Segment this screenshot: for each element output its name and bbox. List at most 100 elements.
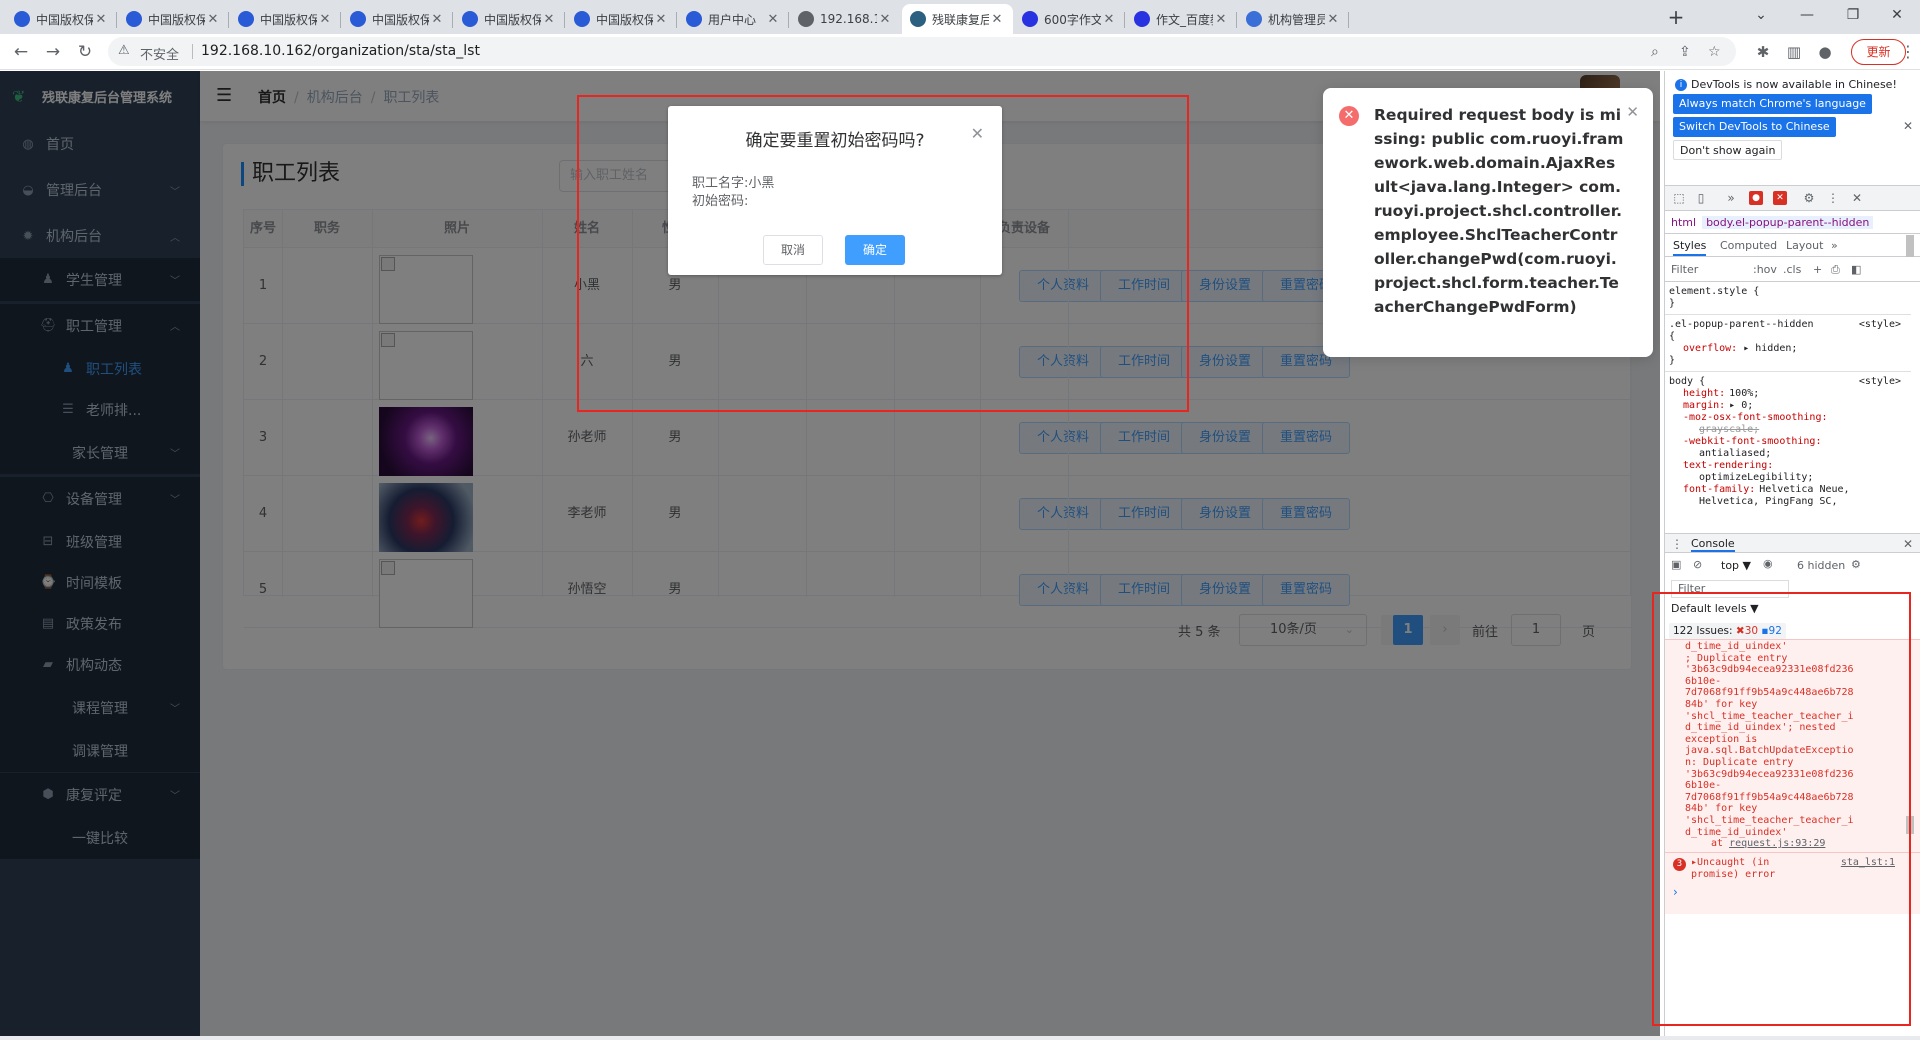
body-style-declaration[interactable]: height: 100%;	[1669, 388, 1907, 400]
tab-styles[interactable]: Styles	[1673, 239, 1707, 256]
tab-close-icon[interactable]: ✕	[877, 12, 893, 27]
reload-icon[interactable]: ↻	[74, 41, 96, 63]
crumb-body[interactable]: body.el-popup-parent--hidden	[1702, 216, 1874, 229]
body-style-declaration[interactable]: margin: ▸ 0;	[1669, 400, 1907, 412]
drawer-close-icon[interactable]: ✕	[1903, 537, 1913, 551]
body-style-declaration[interactable]: grayscale;	[1669, 424, 1907, 436]
bookmark-star-icon[interactable]: ☆	[1708, 44, 1721, 60]
body-selector[interactable]: body {	[1669, 376, 1705, 387]
tab-close-icon[interactable]: ✕	[765, 12, 781, 27]
tab-search-icon[interactable]: ⌄	[1738, 0, 1784, 30]
styles-filter-input[interactable]: Filter	[1671, 263, 1698, 276]
body-style-declaration[interactable]: Helvetica, PingFang SC,	[1669, 496, 1907, 508]
minimize-button[interactable]: —	[1784, 0, 1830, 30]
profile-icon[interactable]: ●	[1815, 42, 1835, 62]
tab-computed[interactable]: Computed	[1720, 239, 1777, 252]
browser-tab[interactable]: 机构管理员后✕	[1238, 4, 1349, 34]
styles-scrollbar[interactable]	[1906, 235, 1914, 257]
banner-close-icon[interactable]: ✕	[1903, 119, 1913, 133]
browser-tab[interactable]: 用户中心 ✕	[678, 4, 789, 34]
hov-toggle[interactable]: :hov	[1753, 263, 1777, 276]
side-panel-icon[interactable]: ▥	[1784, 42, 1804, 62]
tab-close-icon[interactable]: ✕	[93, 12, 109, 27]
add-rule-icon[interactable]: +	[1813, 263, 1822, 276]
new-tab-button[interactable]: +	[1662, 5, 1690, 31]
cancel-button[interactable]: 取消	[763, 235, 823, 265]
eye-icon[interactable]: ◉	[1763, 557, 1773, 570]
rule1-source[interactable]: <style>	[1859, 319, 1901, 331]
dont-show-again-button[interactable]: Don't show again	[1673, 140, 1783, 160]
browser-tab[interactable]: 中国版权保护✕	[566, 4, 677, 34]
tab-title: 中国版权保护	[596, 12, 653, 27]
body-style-declaration[interactable]: font-family: Helvetica Neue,	[1669, 484, 1907, 496]
close-icon[interactable]: ✕	[971, 124, 984, 143]
rule1-prop[interactable]: overflow:	[1669, 343, 1737, 354]
tab-close-icon[interactable]: ✕	[317, 12, 333, 27]
browser-menu-icon[interactable]: ⋮	[1900, 42, 1916, 61]
body-style-declaration[interactable]: optimizeLegibility;	[1669, 472, 1907, 484]
rule1-selector[interactable]: .el-popup-parent--hidden	[1669, 319, 1814, 330]
browser-tab[interactable]: 残联康复后台✕	[902, 4, 1013, 34]
devtools-more-icon[interactable]: ⋮	[1825, 190, 1841, 206]
device-toggle-icon[interactable]: ▯	[1693, 190, 1709, 206]
browser-tab[interactable]: 中国版权保护✕	[454, 4, 565, 34]
body-style-declaration[interactable]: text-rendering:	[1669, 460, 1907, 472]
browser-tab[interactable]: 中国版权保护✕	[118, 4, 229, 34]
context-select[interactable]: top ▼	[1721, 559, 1751, 572]
share-icon[interactable]: ⇪	[1679, 44, 1691, 60]
devtools-settings-icon[interactable]: ⚙	[1801, 190, 1817, 206]
drawer-menu-icon[interactable]: ⋮	[1671, 537, 1683, 551]
tab-close-icon[interactable]: ✕	[989, 12, 1005, 27]
computed-toggle-icon[interactable]: ⎙	[1831, 263, 1840, 277]
notification-close-icon[interactable]: ✕	[1626, 103, 1639, 121]
tab-close-icon[interactable]: ✕	[653, 12, 669, 27]
tab-layout[interactable]: Layout	[1786, 239, 1823, 252]
tab-more[interactable]: »	[1831, 239, 1838, 252]
tab-close-icon[interactable]: ✕	[205, 12, 221, 27]
devtools-close-icon[interactable]: ✕	[1849, 190, 1865, 206]
back-icon[interactable]: ←	[10, 41, 32, 63]
style-prop: height:	[1683, 388, 1726, 399]
address-bar[interactable]: ⚠ 不安全 192.168.10.162/organization/sta/st…	[108, 37, 1736, 66]
url-text[interactable]: 192.168.10.162/organization/sta/sta_lst	[201, 43, 480, 59]
extensions-icon[interactable]: ✱	[1753, 42, 1773, 62]
browser-tab[interactable]: 中国版权保护✕	[230, 4, 341, 34]
clear-console-icon[interactable]: ⊘	[1693, 558, 1702, 571]
inspect-icon[interactable]: ⬚	[1671, 190, 1687, 206]
crumb-html[interactable]: html	[1671, 216, 1696, 229]
browser-tab[interactable]: 中国版权保护✕	[6, 4, 117, 34]
body-style-declaration[interactable]: -moz-osx-font-smoothing:	[1669, 412, 1907, 424]
zoom-search-icon[interactable]: ⌕	[1651, 44, 1659, 60]
body-style-declaration[interactable]: antialiased;	[1669, 448, 1907, 460]
browser-tab[interactable]: 中国版权保护✕	[342, 4, 453, 34]
browser-toolbar: ← → ↻ ⚠ 不安全 192.168.10.162/organization/…	[0, 34, 1920, 70]
browser-tab[interactable]: 192.168.10.1✕	[790, 4, 901, 34]
console-tab[interactable]: Console	[1691, 537, 1735, 552]
tab-close-icon[interactable]: ✕	[1213, 12, 1229, 27]
tab-close-icon[interactable]: ✕	[429, 12, 445, 27]
match-language-button[interactable]: Always match Chrome's language	[1673, 94, 1872, 114]
error-badge-icon[interactable]: ●	[1749, 191, 1763, 205]
browser-tab[interactable]: 600字作文_百✕	[1014, 4, 1125, 34]
close-window-button[interactable]: ✕	[1874, 0, 1920, 30]
forward-icon[interactable]: →	[42, 41, 64, 63]
sidebar-toggle-icon[interactable]: ◧	[1851, 263, 1861, 276]
tab-close-icon[interactable]: ✕	[1325, 12, 1341, 27]
tab-close-icon[interactable]: ✕	[541, 12, 557, 27]
tab-close-icon[interactable]: ✕	[1101, 12, 1117, 27]
body-source[interactable]: <style>	[1859, 376, 1901, 388]
issues-badge-icon[interactable]: ✕	[1773, 191, 1787, 205]
switch-chinese-button[interactable]: Switch DevTools to Chinese	[1673, 117, 1836, 137]
confirm-button[interactable]: 确定	[845, 235, 905, 265]
cls-toggle[interactable]: .cls	[1783, 263, 1801, 276]
tab-favicon-icon	[1246, 11, 1262, 27]
console-settings-icon[interactable]: ⚙	[1851, 558, 1861, 571]
more-panels-icon[interactable]: »	[1723, 190, 1739, 206]
body-style-declaration[interactable]: -webkit-font-smoothing:	[1669, 436, 1907, 448]
maximize-button[interactable]: ❐	[1830, 0, 1876, 30]
update-button[interactable]: 更新	[1851, 39, 1906, 65]
sidebar-icon[interactable]: ▣	[1671, 558, 1681, 571]
rule1-val[interactable]: ▸ hidden;	[1743, 343, 1797, 354]
element-style-rule[interactable]: element.style {	[1669, 286, 1907, 298]
browser-tab[interactable]: 作文_百度教育✕	[1126, 4, 1237, 34]
